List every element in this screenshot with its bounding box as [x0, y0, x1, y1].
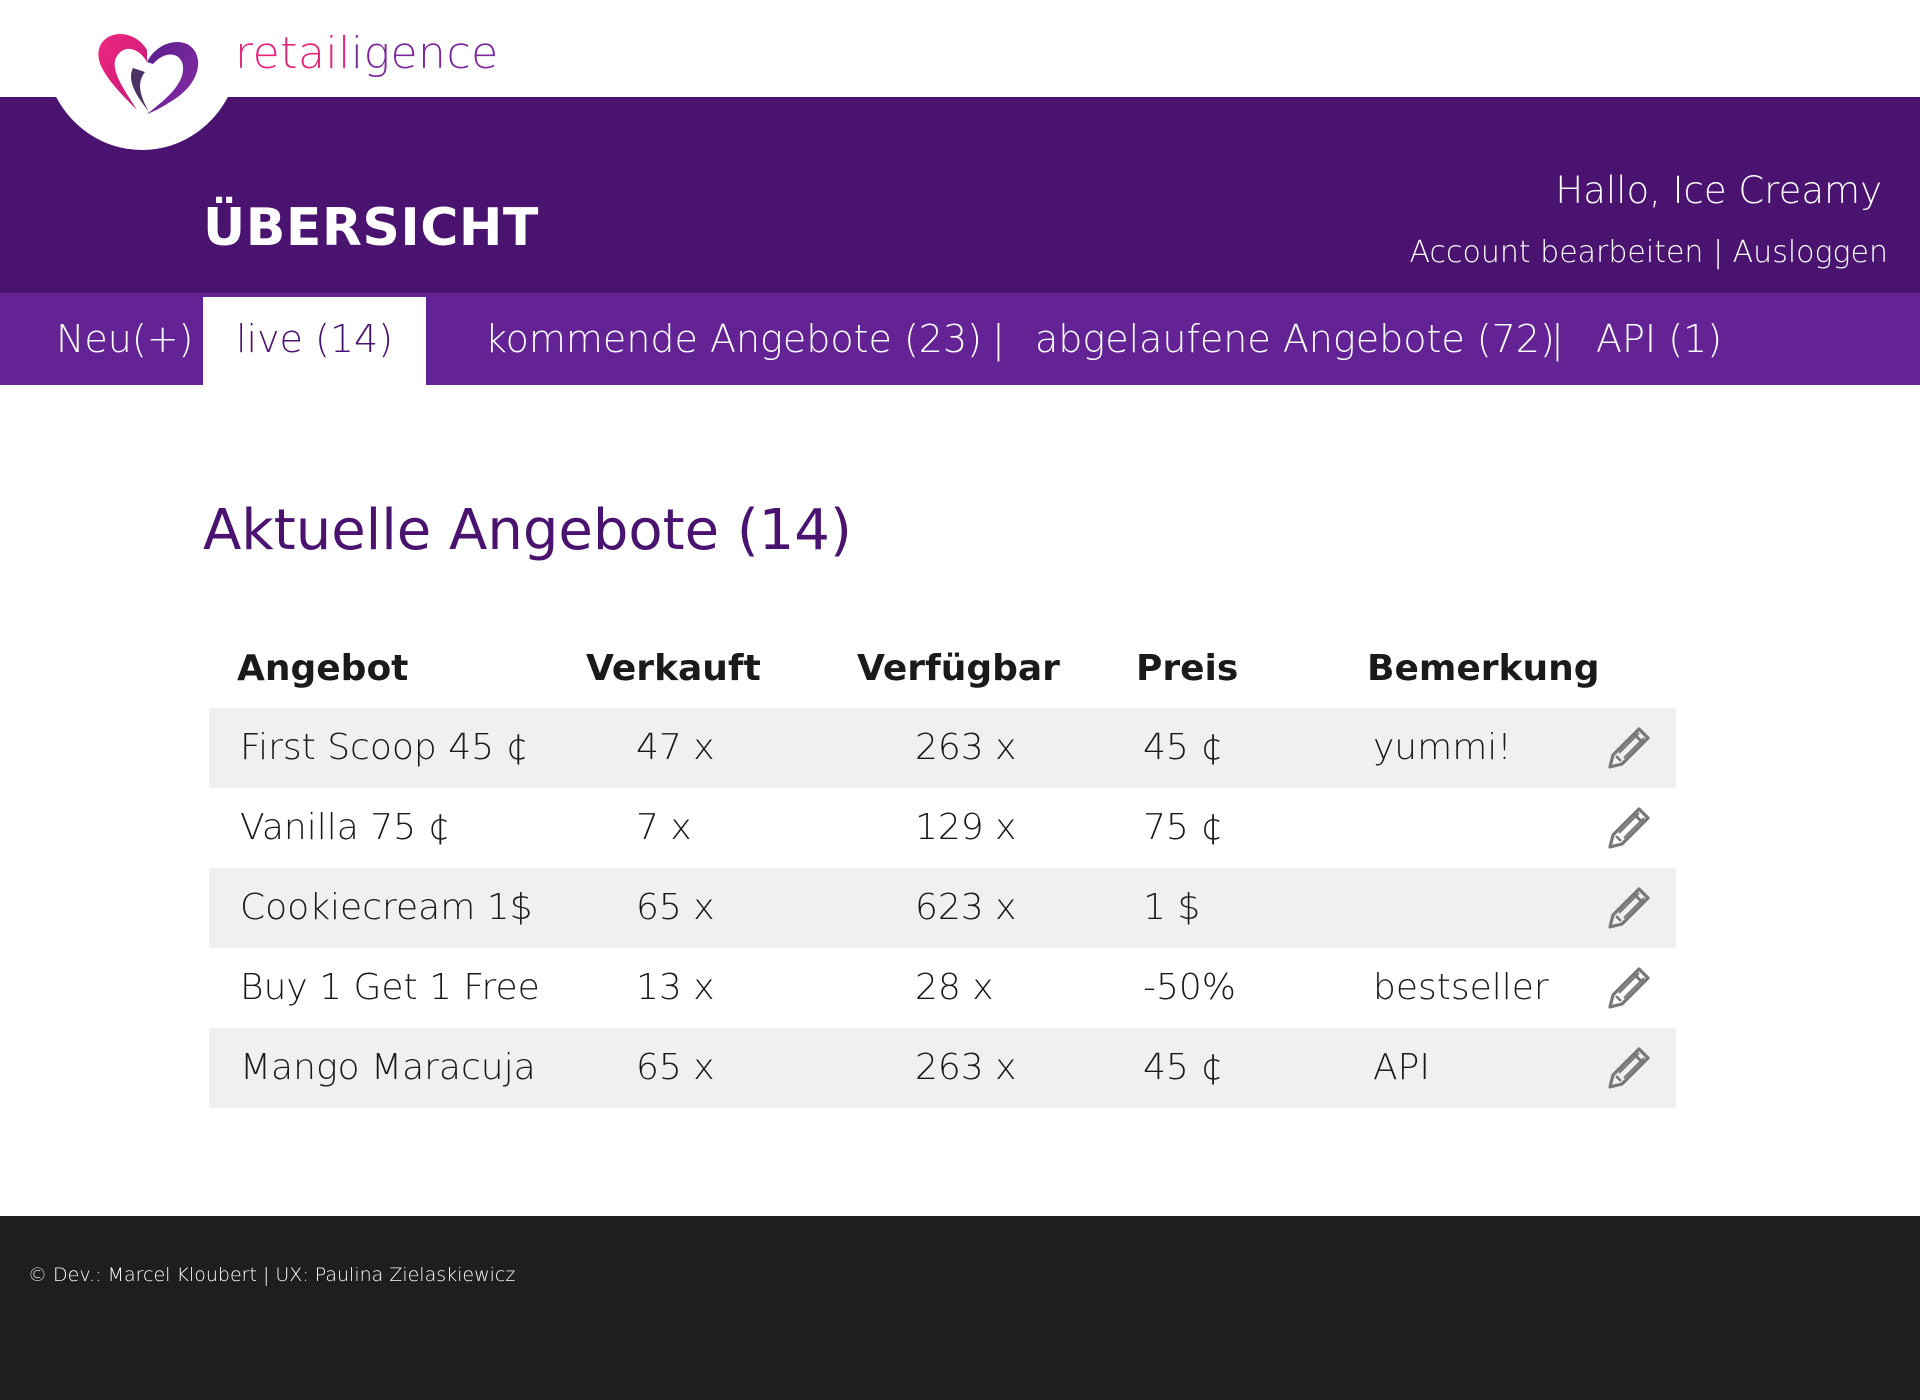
column-header-offer: Angebot: [237, 648, 409, 689]
cell-price: 1 $: [1143, 887, 1201, 928]
user-greeting: Hallo, Ice Creamy: [1555, 169, 1882, 212]
tab-expired[interactable]: abgelaufene Angebote (72): [1035, 293, 1555, 385]
pencil-icon[interactable]: [1606, 725, 1652, 771]
logout-link[interactable]: Ausloggen: [1733, 235, 1888, 270]
heart-logo-icon[interactable]: [93, 24, 205, 116]
tab-api[interactable]: API (1): [1596, 293, 1722, 385]
table-row: First Scoop 45 ¢ 47 x 263 x 45 ¢ yummi!: [209, 708, 1676, 788]
table-row: Cookiecream 1$ 65 x 623 x 1 $: [209, 868, 1676, 948]
column-header-sold: Verkauft: [586, 648, 761, 689]
cell-offer: Mango Maracuja: [240, 1047, 536, 1088]
table-row: Mango Maracuja 65 x 263 x 45 ¢ API: [209, 1028, 1676, 1108]
cell-sold: 65 x: [636, 887, 715, 928]
tab-upcoming[interactable]: kommende Angebote (23): [485, 293, 982, 385]
footer: © Dev.: Marcel Kloubert | UX: Paulina Zi…: [0, 1216, 1920, 1400]
column-header-available: Verfügbar: [857, 648, 1060, 689]
cell-price: -50%: [1143, 967, 1237, 1008]
pencil-icon[interactable]: [1606, 965, 1652, 1011]
table-row: Buy 1 Get 1 Free 13 x 28 x -50% bestsell…: [209, 948, 1676, 1028]
cell-available: 28 x: [915, 967, 994, 1008]
brand-name-part2: igence: [350, 28, 499, 79]
cell-note: yummi!: [1373, 727, 1512, 768]
brand-name-part1: retail: [235, 28, 351, 79]
cell-sold: 7 x: [636, 807, 692, 848]
cell-sold: 47 x: [636, 727, 715, 768]
account-links: Account bearbeiten | Ausloggen: [1410, 235, 1889, 270]
cell-offer: Vanilla 75 ¢: [240, 807, 451, 848]
cell-note: bestseller: [1373, 967, 1549, 1008]
cell-available: 263 x: [915, 1047, 1017, 1088]
table-row: Vanilla 75 ¢ 7 x 129 x 75 ¢: [209, 788, 1676, 868]
cell-price: 45 ¢: [1143, 1047, 1224, 1088]
tab-live[interactable]: live (14): [203, 297, 426, 385]
pencil-icon[interactable]: [1606, 1045, 1652, 1091]
tab-separator: |: [992, 317, 1005, 361]
cell-price: 45 ¢: [1143, 727, 1224, 768]
pencil-icon[interactable]: [1606, 885, 1652, 931]
page-title: ÜBERSICHT: [203, 198, 539, 258]
account-links-separator: |: [1713, 235, 1724, 270]
cell-sold: 65 x: [636, 1047, 715, 1088]
tab-separator: |: [1551, 317, 1564, 361]
column-header-note: Bemerkung: [1367, 648, 1600, 689]
offers-table: First Scoop 45 ¢ 47 x 263 x 45 ¢ yummi! …: [209, 708, 1676, 1108]
cell-offer: Cookiecream 1$: [240, 887, 533, 928]
cell-price: 75 ¢: [1143, 807, 1224, 848]
footer-credits: © Dev.: Marcel Kloubert | UX: Paulina Zi…: [28, 1264, 516, 1286]
cell-sold: 13 x: [636, 967, 715, 1008]
cell-note: API: [1373, 1047, 1430, 1088]
edit-account-link[interactable]: Account bearbeiten: [1410, 235, 1704, 270]
cell-available: 263 x: [915, 727, 1017, 768]
section-title: Aktuelle Angebote (14): [203, 498, 852, 563]
cell-offer: Buy 1 Get 1 Free: [240, 967, 540, 1008]
cell-offer: First Scoop 45 ¢: [240, 727, 529, 768]
cell-available: 129 x: [915, 807, 1017, 848]
column-header-price: Preis: [1136, 648, 1239, 689]
pencil-icon[interactable]: [1606, 805, 1652, 851]
tab-new[interactable]: Neu(+): [56, 293, 193, 385]
table-header: Angebot Verkauft Verfügbar Preis Bemerku…: [209, 648, 1676, 704]
cell-available: 623 x: [915, 887, 1017, 928]
brand-name: retailigence: [235, 28, 499, 79]
tab-bar: Neu(+) live (14) kommende Angebote (23) …: [0, 293, 1920, 385]
